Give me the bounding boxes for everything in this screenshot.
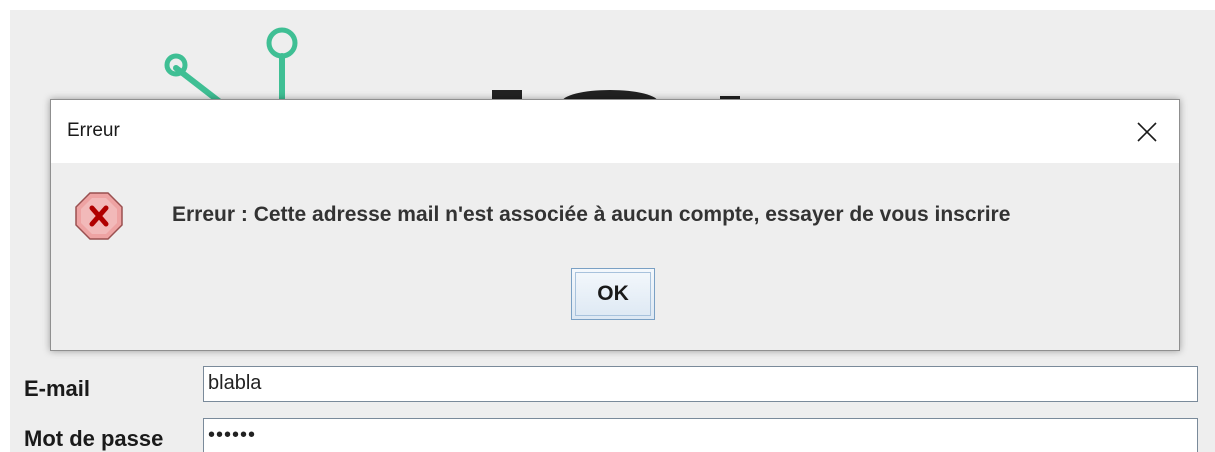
dialog-title-bar[interactable]: Erreur (51, 100, 1179, 163)
dialog-title: Erreur (67, 120, 120, 141)
close-button[interactable] (1115, 100, 1179, 163)
password-label: Mot de passe (24, 426, 164, 451)
close-icon (1137, 121, 1157, 142)
error-icon (75, 192, 123, 240)
password-field[interactable]: •••••• (203, 418, 1198, 452)
ok-button[interactable]: OK (571, 268, 655, 320)
error-message: Erreur : Cette adresse mail n'est associ… (172, 203, 1011, 226)
email-label: E-mail (24, 376, 91, 401)
email-field[interactable]: blabla (203, 366, 1198, 402)
error-dialog: Erreur Erreur : Cette adresse mail n'est… (50, 99, 1180, 351)
ok-button-label: OK (575, 272, 651, 316)
